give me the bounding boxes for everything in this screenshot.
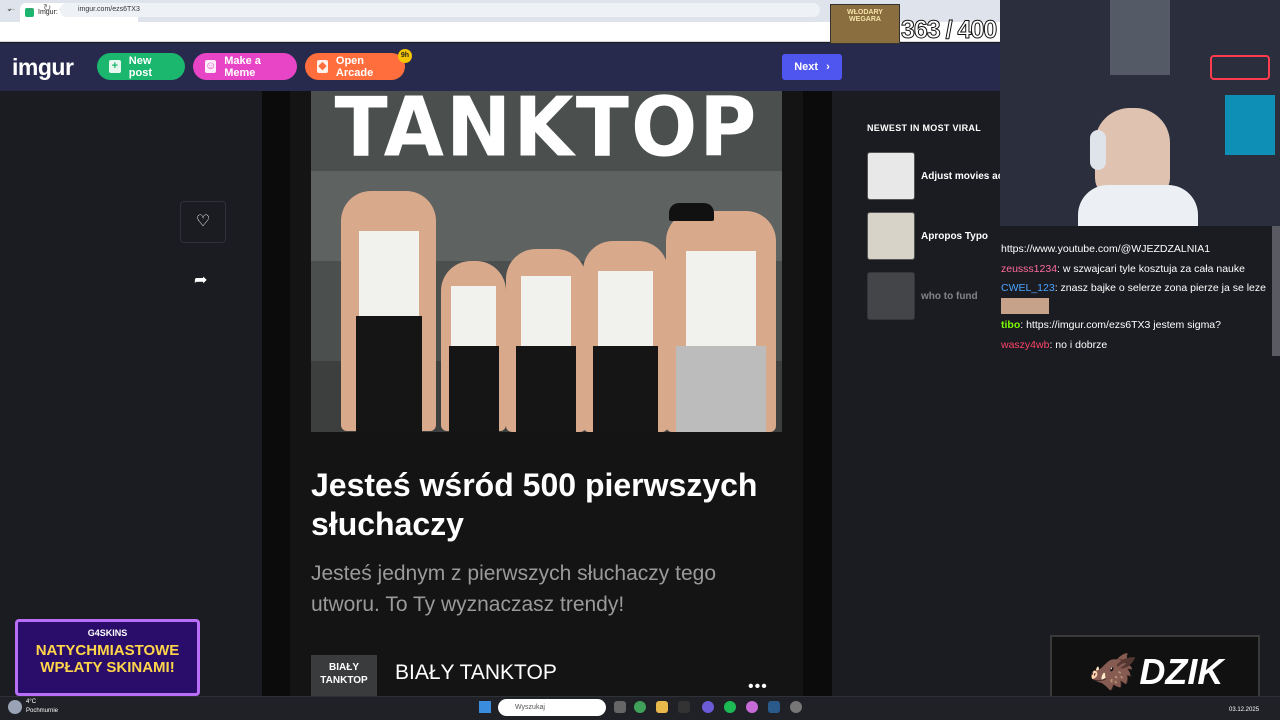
- skins-promo-banner: G4SKINS NATYCHMIASTOWE WPŁATY SKINAMI!: [15, 619, 200, 696]
- viral-item-title: Adjust movies ac: [921, 170, 1004, 182]
- wardrobe-overlay: WŁODARY WEGARA: [830, 4, 900, 44]
- track-name[interactable]: BIAŁY TANKTOP: [395, 661, 557, 685]
- steam-icon[interactable]: [768, 701, 780, 713]
- chat-message: zeusss1234: w szwajcari tyle kosztuja za…: [1001, 263, 1245, 275]
- pants: [356, 316, 422, 432]
- viral-thumbnail: [867, 272, 915, 320]
- url-field[interactable]: imgur.com/ezs6TX3: [60, 3, 820, 17]
- spotify-icon[interactable]: [724, 701, 736, 713]
- chat-scrollbar[interactable]: [1272, 226, 1280, 356]
- pants: [449, 346, 499, 432]
- tanktop: [451, 286, 496, 346]
- viral-thumbnail: [867, 212, 915, 260]
- open-arcade-button[interactable]: ◆ Open Arcade: [305, 53, 405, 80]
- file-explorer-icon[interactable]: [656, 701, 668, 713]
- make-meme-label: Make a Meme: [224, 54, 261, 79]
- tanktop: [686, 251, 756, 346]
- promo-line-2: WPŁATY SKINAMI!: [40, 659, 175, 676]
- post-image-title: TANKTOP: [334, 91, 759, 176]
- arcade-timer-badge: 9h: [398, 49, 412, 63]
- dzik-text: DZIK: [1139, 650, 1224, 692]
- taskbar-search-input[interactable]: Wyszukaj: [498, 699, 606, 716]
- task-view-icon[interactable]: [614, 701, 626, 713]
- forward-icon[interactable]: →: [25, 3, 35, 14]
- chat-text: : w szwajcari tyle kosztuja za cała nauk…: [1057, 263, 1245, 275]
- heart-icon[interactable]: ♡: [180, 201, 226, 243]
- new-post-button[interactable]: + New post: [97, 53, 185, 80]
- back-icon[interactable]: ←: [7, 3, 17, 14]
- post-description: Jesteś jednym z pierwszych słuchaczy teg…: [311, 562, 716, 616]
- chrome-icon[interactable]: [634, 701, 646, 713]
- track-artwork[interactable]: BIAŁY TANKTOP: [311, 655, 377, 696]
- chat-text: : https://imgur.com/ezs6TX3 jestem sigma…: [1020, 319, 1221, 331]
- terminal-icon[interactable]: [678, 701, 690, 713]
- shorts: [676, 346, 766, 432]
- reload-icon[interactable]: ↻: [43, 3, 51, 14]
- tanktop: [598, 271, 653, 346]
- chat-message: CWEL_123: znasz bajke o selerze zona pie…: [1001, 282, 1266, 294]
- pants: [593, 346, 658, 432]
- viral-item-title: who to fund: [921, 290, 978, 302]
- chat-text: : znasz bajke o selerze zona pierze ja s…: [1054, 282, 1266, 294]
- settings-icon[interactable]: [790, 701, 802, 713]
- windows-start-icon[interactable]: [479, 701, 491, 713]
- viral-thumbnail: [867, 152, 915, 200]
- make-meme-button[interactable]: ☺ Make a Meme: [193, 53, 297, 80]
- webcam-feed: [1000, 0, 1280, 226]
- tanktop: [521, 276, 571, 346]
- promo-line-1: NATYCHMIASTOWE: [35, 642, 180, 659]
- chat-message: tibo: https://imgur.com/ezs6TX3 jestem s…: [1001, 319, 1221, 331]
- promo-brand: G4SKINS: [87, 628, 128, 638]
- next-label: Next: [794, 61, 819, 73]
- headset: [1090, 130, 1106, 170]
- pants: [516, 346, 576, 432]
- share-icon[interactable]: ➦: [194, 270, 207, 290]
- discord-icon[interactable]: [702, 701, 714, 713]
- tanktop: [359, 231, 419, 316]
- chat-text: https://www.youtube.com/@WJEZDZALNIA1: [1001, 243, 1211, 255]
- new-post-label: New post: [128, 54, 152, 79]
- weather-temperature: 4°C: [26, 699, 37, 705]
- post-image[interactable]: TANKTOP: [311, 91, 782, 432]
- imgur-logo[interactable]: imgur: [12, 54, 74, 81]
- post-title: Jesteś wśród 500 pierwszych słuchaczy: [311, 467, 758, 542]
- obs-icon[interactable]: [746, 701, 758, 713]
- viral-item-title: Apropos Typo: [921, 230, 989, 242]
- chevron-right-icon: ›: [826, 61, 830, 73]
- meme-icon: ☺: [205, 60, 217, 73]
- taskbar-date: 03.12.2025: [1229, 707, 1260, 713]
- chat-username[interactable]: waszy4wb: [1001, 339, 1049, 351]
- chat-username[interactable]: zeusss1234: [1001, 263, 1057, 275]
- pc-case: [1225, 95, 1275, 155]
- chat-text: : no i dobrze: [1049, 339, 1108, 351]
- boar-icon: 🐗: [1086, 650, 1132, 692]
- viral-item[interactable]: Apropos Typo: [867, 212, 1007, 260]
- emote-image: [1001, 298, 1049, 314]
- chat-message: waszy4wb: no i dobrze: [1001, 339, 1107, 351]
- viral-item[interactable]: Adjust movies ac: [867, 152, 1007, 200]
- chat-panel: [1000, 226, 1280, 696]
- gamepad-icon: ◆: [317, 60, 328, 73]
- more-options-icon[interactable]: •••: [748, 678, 768, 696]
- weather-description: Pochmurnie: [26, 708, 59, 714]
- chat-username[interactable]: tibo: [1001, 319, 1020, 331]
- newest-in-most-viral-heading: NEWEST IN MOST VIRAL: [867, 123, 981, 133]
- weather-icon[interactable]: [8, 700, 22, 714]
- wall-frame: [1110, 0, 1170, 75]
- plus-icon: +: [109, 60, 121, 73]
- chat-username[interactable]: CWEL_123: [1001, 282, 1055, 294]
- next-post-button[interactable]: Next ›: [782, 54, 842, 80]
- open-arcade-label: Open Arcade: [335, 54, 374, 79]
- cap: [669, 203, 714, 221]
- neon-sign: [1210, 55, 1270, 80]
- streamer-shirt: [1078, 185, 1198, 226]
- viral-item[interactable]: who to fund: [867, 272, 1007, 320]
- follower-counter: 363 / 400: [900, 16, 997, 45]
- chat-message: https://www.youtube.com/@WJEZDZALNIA1: [1001, 243, 1210, 255]
